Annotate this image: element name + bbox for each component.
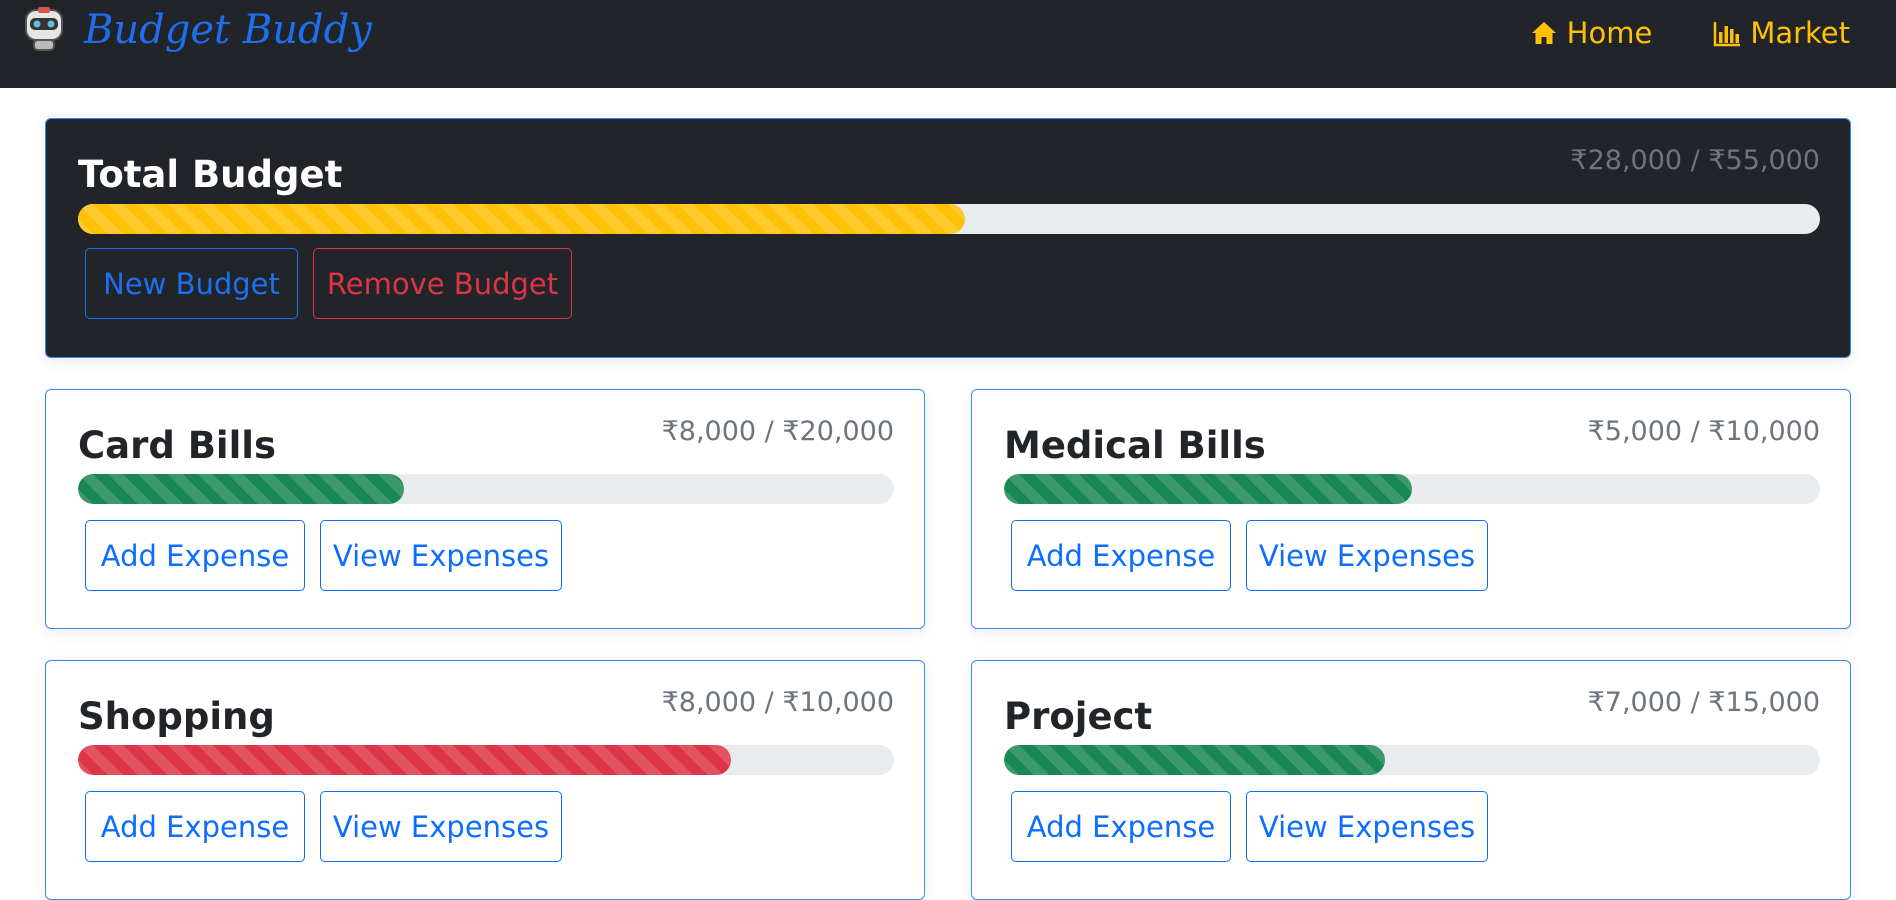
add-expense-button[interactable]: Add Expense bbox=[85, 791, 305, 862]
brand-name: Budget Buddy bbox=[84, 7, 372, 53]
robot-logo-icon bbox=[25, 7, 63, 51]
budget-progress-fill bbox=[78, 474, 405, 504]
new-budget-button[interactable]: New Budget bbox=[85, 248, 298, 319]
budget-progress-fill bbox=[78, 745, 731, 775]
home-icon bbox=[1531, 22, 1556, 44]
navbar: Budget Buddy Home Market bbox=[0, 0, 1896, 88]
budget-progress-track bbox=[78, 745, 894, 775]
nav-market-link[interactable]: Market bbox=[1712, 16, 1850, 50]
budget-amount: ₹7,000 / ₹15,000 bbox=[1587, 687, 1820, 718]
budget-amount: ₹8,000 / ₹20,000 bbox=[661, 416, 894, 447]
budget-title: Shopping bbox=[78, 695, 275, 738]
total-budget-progress-track bbox=[78, 204, 1820, 234]
budget-amount: ₹8,000 / ₹10,000 bbox=[661, 687, 894, 718]
nav-market-label: Market bbox=[1750, 16, 1850, 50]
total-budget-progress-fill bbox=[78, 204, 965, 234]
budget-card: Medical Bills ₹5,000 / ₹10,000 Add Expen… bbox=[971, 389, 1851, 629]
brand[interactable]: Budget Buddy bbox=[20, 6, 372, 54]
budget-progress-track bbox=[1004, 474, 1820, 504]
view-expenses-button[interactable]: View Expenses bbox=[320, 520, 562, 591]
remove-budget-button[interactable]: Remove Budget bbox=[313, 248, 572, 319]
view-expenses-button[interactable]: View Expenses bbox=[1246, 520, 1488, 591]
add-expense-button[interactable]: Add Expense bbox=[1011, 520, 1231, 591]
budget-progress-track bbox=[78, 474, 894, 504]
budget-title: Card Bills bbox=[78, 424, 277, 467]
view-expenses-button[interactable]: View Expenses bbox=[1246, 791, 1488, 862]
budget-progress-track bbox=[1004, 745, 1820, 775]
bar-chart-icon bbox=[1714, 22, 1741, 47]
budget-card: Project ₹7,000 / ₹15,000 Add Expense Vie… bbox=[971, 660, 1851, 900]
total-budget-title: Total Budget bbox=[78, 153, 343, 196]
budget-title: Project bbox=[1004, 695, 1153, 738]
budget-card: Card Bills ₹8,000 / ₹20,000 Add Expense … bbox=[45, 389, 925, 629]
nav-home-label: Home bbox=[1566, 16, 1653, 50]
nav-home-link[interactable]: Home bbox=[1529, 16, 1653, 50]
view-expenses-button[interactable]: View Expenses bbox=[320, 791, 562, 862]
budget-amount: ₹5,000 / ₹10,000 bbox=[1587, 416, 1820, 447]
nav-links: Home Market bbox=[1529, 16, 1850, 50]
total-budget-card: Total Budget ₹28,000 / ₹55,000 New Budge… bbox=[45, 118, 1851, 358]
budget-progress-fill bbox=[1004, 745, 1386, 775]
budget-title: Medical Bills bbox=[1004, 424, 1266, 467]
add-expense-button[interactable]: Add Expense bbox=[85, 520, 305, 591]
add-expense-button[interactable]: Add Expense bbox=[1011, 791, 1231, 862]
total-budget-amount: ₹28,000 / ₹55,000 bbox=[1570, 145, 1820, 176]
budget-progress-fill bbox=[1004, 474, 1412, 504]
budget-card: Shopping ₹8,000 / ₹10,000 Add Expense Vi… bbox=[45, 660, 925, 900]
